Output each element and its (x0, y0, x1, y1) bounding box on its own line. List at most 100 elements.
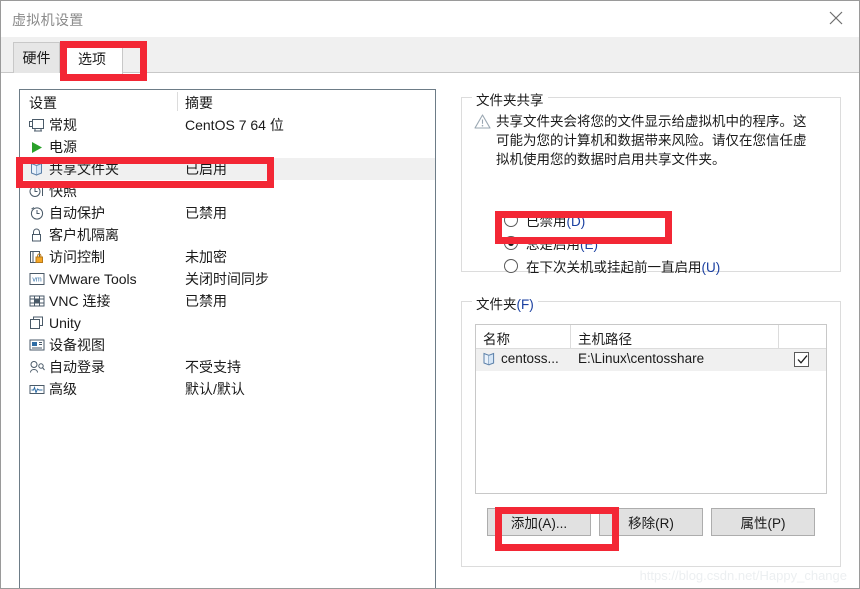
radio-always-enabled-label: 总是启用(E) (526, 236, 598, 252)
list-item-general[interactable]: 常规 CentOS 7 64 位 (20, 114, 435, 136)
list-item-summary: 已禁用 (185, 205, 227, 221)
column-header-summary: 摘要 (185, 95, 213, 111)
list-item-label: 常规 (49, 117, 77, 133)
list-item-power[interactable]: 电源 (20, 136, 435, 158)
settings-list-panel[interactable]: 设置 摘要 常规 CentOS 7 64 位 电源 共享文件夹 已启用 快照 自… (19, 89, 436, 588)
folders-group-title: 文件夹(F) (472, 293, 538, 313)
properties-button[interactable]: 属性(P) (711, 508, 815, 536)
radio-mark-icon (504, 258, 518, 273)
vmware-tools-icon: vm (28, 271, 45, 287)
list-item-label: VNC 连接 (49, 293, 111, 309)
radio-disabled[interactable]: 已禁用(D) (504, 208, 720, 231)
list-item-label: 客户机隔离 (49, 227, 119, 243)
device-view-icon (28, 337, 45, 353)
folder-name: centoss... (501, 351, 559, 366)
folder-sharing-group-title: 文件夹共享 (472, 89, 548, 109)
radio-disabled-label: 已禁用(D) (526, 213, 586, 229)
folders-table[interactable]: 名称 主机路径 centoss... E:\Linux\centosshare (475, 324, 827, 494)
folder-sharing-group: 文件夹共享 共享文件夹会将您的文件显示给虚拟机中的程序。这可能为您的计算机和数据… (461, 89, 841, 275)
options-pane: 文件夹共享 共享文件夹会将您的文件显示给虚拟机中的程序。这可能为您的计算机和数据… (456, 81, 846, 571)
folder-sharing-warning-text: 共享文件夹会将您的文件显示给虚拟机中的程序。这可能为您的计算机和数据带来风险。请… (496, 114, 807, 167)
table-row[interactable]: centoss... E:\Linux\centosshare (476, 349, 826, 371)
header-separator (177, 92, 178, 111)
close-icon (829, 11, 843, 25)
window-title: 虚拟机设置 (12, 12, 84, 28)
list-item-access-control[interactable]: 访问控制 未加密 (20, 246, 435, 268)
folders-header-divider-2 (778, 325, 779, 349)
folders-table-header: 名称 主机路径 (476, 325, 826, 349)
monitor-icon (28, 117, 45, 133)
folder-host-path: E:\Linux\centosshare (578, 351, 705, 366)
snapshot-icon (28, 183, 45, 199)
folders-header-divider-1 (570, 325, 571, 349)
add-button-label: 添加(A)... (510, 516, 568, 531)
autoprotect-icon (28, 205, 45, 221)
warning-triangle-icon (474, 112, 496, 134)
lock-icon (28, 227, 45, 243)
shared-folder-icon (28, 161, 45, 177)
radio-mark-icon (504, 235, 518, 250)
vnc-icon (28, 293, 45, 309)
tab-hardware[interactable]: 硬件 (13, 42, 60, 73)
remove-button[interactable]: 移除(R) (599, 508, 703, 536)
column-header-settings: 设置 (29, 95, 57, 111)
list-item-auto-login[interactable]: 自动登录 不受支持 (20, 356, 435, 378)
folders-group: 文件夹(F) 名称 主机路径 centoss... E:\Linux\cento… (461, 293, 841, 567)
list-item-vnc[interactable]: VNC 连接 已禁用 (20, 290, 435, 312)
list-item-guest-isolation[interactable]: 客户机隔离 (20, 224, 435, 246)
folder-sharing-warning: 共享文件夹会将您的文件显示给虚拟机中的程序。这可能为您的计算机和数据带来风险。请… (474, 112, 824, 169)
list-item-summary: 已禁用 (185, 293, 227, 309)
list-item-summary: 关闭时间同步 (185, 271, 269, 287)
folders-column-name: 名称 (483, 332, 510, 347)
list-item-label: 高级 (49, 381, 77, 397)
list-item-autoprotect[interactable]: 自动保护 已禁用 (20, 202, 435, 224)
list-item-summary: 已启用 (185, 161, 227, 177)
power-play-icon (28, 139, 45, 155)
checkmark-icon (797, 355, 808, 364)
access-control-icon (28, 249, 45, 265)
tab-options-label: 选项 (78, 50, 106, 67)
tab-hardware-label: 硬件 (22, 50, 51, 66)
list-item-snapshot[interactable]: 快照 (20, 180, 435, 202)
radio-always-enabled[interactable]: 总是启用(E) (504, 231, 720, 254)
list-item-label: 自动保护 (49, 205, 105, 221)
auto-login-icon (28, 359, 45, 375)
list-item-label: 快照 (49, 183, 77, 199)
settings-list-header: 设置 摘要 (20, 90, 435, 114)
list-item-summary: 不受支持 (185, 359, 241, 375)
tab-strip: 硬件 选项 (1, 37, 859, 74)
vm-settings-dialog: 虚拟机设置 硬件 选项 设置 摘要 常规 CentOS 7 64 位 电源 共享… (0, 0, 860, 589)
list-item-advanced[interactable]: 高级 默认/默认 (20, 378, 435, 400)
list-item-label: Unity (49, 315, 81, 331)
add-button[interactable]: 添加(A)... (487, 508, 591, 536)
list-item-vmware-tools[interactable]: vm VMware Tools 关闭时间同步 (20, 268, 435, 290)
list-item-summary: CentOS 7 64 位 (185, 117, 284, 133)
folders-button-row: 添加(A)... 移除(R) 属性(P) (475, 508, 827, 536)
list-item-label: 自动登录 (49, 359, 105, 375)
remove-button-label: 移除(R) (628, 516, 674, 531)
title-bar: 虚拟机设置 (1, 1, 859, 37)
list-item-summary: 未加密 (185, 249, 227, 265)
radio-enabled-until-shutdown-label: 在下次关机或挂起前一直启用(U) (526, 259, 721, 275)
list-item-summary: 默认/默认 (185, 381, 245, 397)
list-item-label: VMware Tools (49, 271, 137, 287)
svg-text:vm: vm (32, 277, 42, 284)
close-button[interactable] (813, 1, 859, 35)
list-item-device-view[interactable]: 设备视图 (20, 334, 435, 356)
radio-mark-icon (504, 212, 518, 227)
list-item-label: 设备视图 (49, 337, 105, 353)
shared-folder-icon (482, 352, 497, 368)
list-item-label: 共享文件夹 (49, 161, 119, 177)
folder-enabled-checkbox[interactable] (794, 352, 809, 367)
list-item-unity[interactable]: Unity (20, 312, 435, 334)
watermark: https://blog.csdn.net/Happy_change (639, 568, 847, 583)
tab-options[interactable]: 选项 (61, 42, 123, 74)
list-item-label: 访问控制 (49, 249, 105, 265)
properties-button-label: 属性(P) (740, 516, 786, 531)
radio-enabled-until-shutdown[interactable]: 在下次关机或挂起前一直启用(U) (504, 254, 720, 277)
folder-sharing-radio-group: 已禁用(D) 总是启用(E) 在下次关机或挂起前一直启用(U) (504, 208, 720, 277)
unity-icon (28, 315, 45, 331)
list-item-shared-folders[interactable]: 共享文件夹 已启用 (20, 158, 435, 180)
list-item-label: 电源 (49, 139, 77, 155)
folders-column-host-path: 主机路径 (578, 332, 632, 347)
